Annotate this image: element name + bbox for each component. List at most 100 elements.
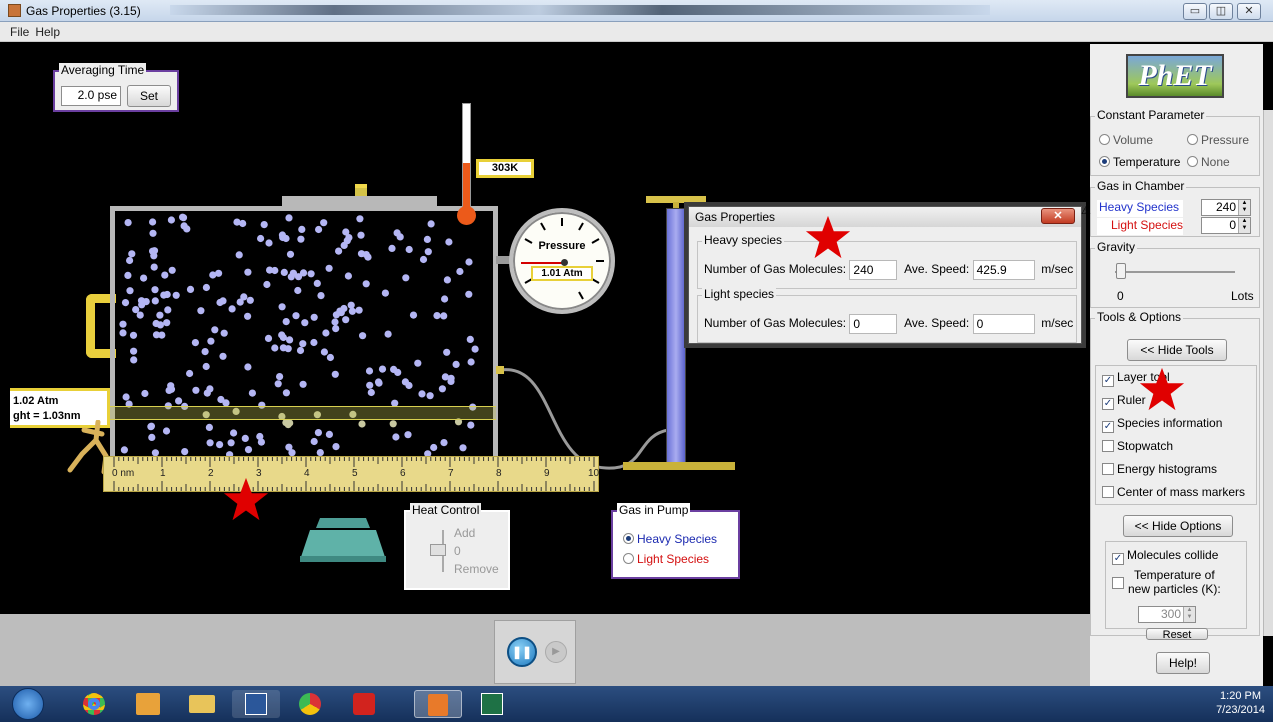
- light-species-row: Number of Gas Molecules: 0 Ave. Speed: 0…: [704, 314, 1073, 334]
- heavy-molecule: [219, 297, 227, 305]
- heavy-molecule: [278, 303, 286, 311]
- pause-button[interactable]: ❚❚: [507, 637, 537, 667]
- outlook-icon[interactable]: [124, 690, 172, 718]
- annotation-star-icon: [223, 477, 269, 521]
- heavy-molecule: [205, 423, 213, 431]
- heavy-molecule: [164, 306, 172, 314]
- heavy-molecule: [206, 385, 214, 393]
- gas-in-pump-panel: Gas in Pump Heavy Species Light Species: [611, 503, 740, 579]
- heavy-molecule: [467, 421, 475, 429]
- heavy-molecule: [347, 301, 355, 309]
- volume-label: Volume: [1113, 133, 1154, 147]
- heavy-speed-unit: m/sec: [1041, 262, 1074, 277]
- stopwatch-checkbox[interactable]: Stopwatch: [1102, 439, 1173, 453]
- set-button[interactable]: Set: [127, 85, 171, 107]
- bicycle-pump[interactable]: [666, 208, 686, 464]
- dialog-close-button[interactable]: ✕: [1041, 208, 1075, 224]
- word-icon[interactable]: [232, 690, 280, 718]
- temperature-new-checkbox[interactable]: [1112, 576, 1127, 590]
- checkbox-unchecked-icon: [1112, 577, 1124, 589]
- heavy-molecule: [292, 312, 300, 320]
- heavy-molecule: [150, 263, 158, 271]
- center-of-mass-label: Center of mass markers: [1117, 485, 1246, 499]
- pump-heavy-radio[interactable]: Heavy Species: [623, 532, 717, 546]
- maximize-button[interactable]: ◫: [1209, 3, 1233, 20]
- tools-options-legend: Tools & Options: [1095, 310, 1184, 324]
- heavy-molecule: [294, 286, 302, 295]
- species-info-checkbox[interactable]: ✓ Species information: [1102, 416, 1222, 433]
- light-speed-label: Ave. Speed:: [904, 316, 970, 331]
- heavy-molecule: [358, 420, 366, 428]
- heavy-molecule: [299, 380, 307, 388]
- close-button[interactable]: ✕: [1237, 3, 1261, 20]
- excel-icon[interactable]: [468, 690, 516, 718]
- heavy-molecule: [331, 318, 339, 326]
- layer-tool-band[interactable]: [110, 406, 496, 420]
- heat-slider-thumb[interactable]: [430, 544, 446, 556]
- gravity-slider-thumb[interactable]: [1116, 263, 1126, 279]
- heavy-molecule: [201, 348, 209, 356]
- heavy-molecule: [209, 271, 217, 279]
- box-lid[interactable]: [282, 196, 437, 206]
- pump-base: [623, 462, 735, 470]
- light-species-spinner[interactable]: 0 ▲ ▼: [1201, 217, 1251, 234]
- file-explorer-icon[interactable]: [178, 690, 226, 718]
- hide-tools-button[interactable]: << Hide Tools: [1127, 339, 1227, 361]
- heavy-speed-label: Ave. Speed:: [904, 262, 970, 277]
- java-icon[interactable]: [414, 690, 462, 718]
- heavy-molecule: [419, 255, 428, 264]
- step-button[interactable]: ▶: [545, 641, 567, 663]
- chrome-icon-2[interactable]: [286, 690, 334, 718]
- spinner-arrows-icon[interactable]: ▲ ▼: [1238, 218, 1250, 233]
- help-button[interactable]: Help!: [1156, 652, 1210, 674]
- spinner-arrows-icon[interactable]: ▲ ▼: [1238, 200, 1250, 215]
- molecules-collide-checkbox[interactable]: ✓ Molecules collide: [1112, 548, 1218, 565]
- none-radio[interactable]: None: [1187, 155, 1230, 169]
- checkbox-checked-icon: ✓: [1102, 375, 1114, 387]
- heavy-molecule: [299, 340, 307, 348]
- heavy-molecule: [298, 225, 306, 233]
- averaging-time-field[interactable]: 2.0 pse: [61, 86, 121, 106]
- pressure-radio[interactable]: Pressure: [1187, 133, 1249, 147]
- heavy-molecule: [260, 221, 268, 229]
- heavy-molecule: [452, 360, 460, 368]
- lid-handle[interactable]: [355, 184, 367, 196]
- hide-options-button[interactable]: << Hide Options: [1123, 515, 1233, 537]
- minimize-button[interactable]: ▭: [1183, 3, 1207, 20]
- system-clock[interactable]: 1:20 PM 7/23/2014: [1216, 689, 1265, 717]
- heavy-species-spinner[interactable]: 240 ▲ ▼: [1201, 199, 1251, 216]
- temperature-radio[interactable]: Temperature: [1099, 155, 1180, 169]
- stopwatch-label: Stopwatch: [1117, 439, 1174, 453]
- menu-help[interactable]: Help: [33, 22, 64, 39]
- spinner-arrows-icon[interactable]: ▲ ▼: [1183, 607, 1195, 622]
- acrobat-icon[interactable]: [340, 690, 388, 718]
- simulation-canvas[interactable]: Averaging Time 2.0 pse Set 1.02 Atm ght …: [10, 48, 1088, 614]
- heavy-molecule: [441, 295, 449, 303]
- ruler-label-10: 10: [588, 468, 600, 479]
- temperature-new-spinner[interactable]: 300 ▲ ▼: [1138, 606, 1196, 623]
- energy-histograms-checkbox[interactable]: Energy histograms: [1102, 462, 1217, 476]
- heavy-molecule: [179, 214, 188, 222]
- control-panel-scrollbar[interactable]: [1263, 110, 1273, 636]
- heavy-molecule: [152, 331, 161, 339]
- none-label: None: [1201, 155, 1230, 169]
- menu-file[interactable]: File: [0, 22, 33, 39]
- center-of-mass-checkbox[interactable]: Center of mass markers: [1102, 485, 1245, 499]
- ruler[interactable]: 0 nm 1 2 3 4 5 6 7 8 9 10: [103, 456, 599, 492]
- chrome-icon[interactable]: [70, 690, 118, 718]
- heavy-molecule: [202, 283, 210, 292]
- reset-button[interactable]: Reset: [1146, 628, 1208, 640]
- start-button-icon[interactable]: [12, 688, 44, 720]
- gravity-group: Gravity 0 Lots: [1090, 240, 1260, 308]
- volume-radio[interactable]: Volume: [1099, 133, 1153, 147]
- heavy-molecule: [405, 245, 413, 254]
- checkbox-unchecked-icon: [1102, 440, 1114, 452]
- heavy-molecule: [276, 373, 284, 381]
- heavy-molecule: [163, 319, 171, 327]
- heavy-molecule: [124, 219, 132, 227]
- heavy-molecule: [332, 443, 340, 451]
- heavy-molecule: [424, 248, 432, 256]
- heavy-molecule: [197, 307, 205, 315]
- heavy-molecule: [172, 291, 180, 299]
- pump-light-radio[interactable]: Light Species: [623, 552, 709, 566]
